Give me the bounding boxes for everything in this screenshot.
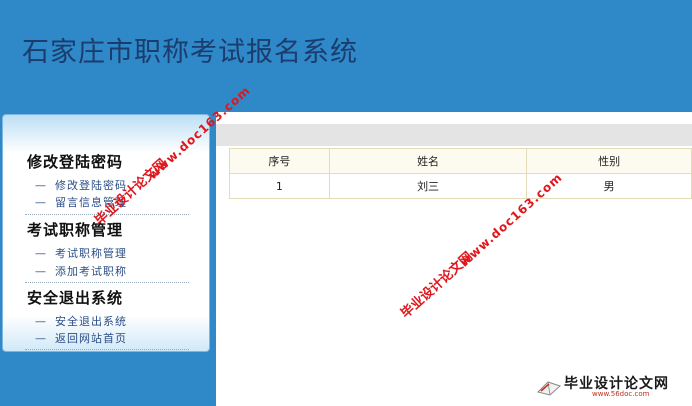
data-table: 序号 姓名 性别 1 刘三 男 [229,148,692,199]
book-logo-icon [537,381,561,396]
menu-item-message-manage[interactable]: — 留言信息管理 [35,194,127,210]
content-title-bar [216,124,692,146]
menu-divider [25,214,189,215]
logo-url: www.56doc.com [592,390,650,398]
menu-title-exam: 考试职称管理 [27,221,124,239]
table-row[interactable]: 1 刘三 男 [229,173,692,199]
menu-item-change-password[interactable]: — 修改登陆密码 [35,177,127,193]
cell-number: 1 [229,173,330,199]
menu-item-home[interactable]: — 返回网站首页 [35,330,127,346]
column-header-gender: 性别 [526,148,692,174]
table-header-row: 序号 姓名 性别 [229,148,692,174]
menu-item-exam-manage[interactable]: — 考试职称管理 [35,245,127,261]
site-logo: 毕业设计论文网 www.56doc.com [536,372,686,398]
sidebar-menu: 修改登陆密码 — 修改登陆密码 — 留言信息管理 考试职称管理 — 考试职称管理 — 添… [2,114,210,352]
cell-name: 刘三 [328,173,528,199]
menu-title-logout: 安全退出系统 [27,289,124,307]
menu-item-logout[interactable]: — 安全退出系统 [35,313,127,329]
column-header-name: 姓名 [328,148,528,174]
menu-divider [25,282,189,283]
menu-item-add-exam[interactable]: — 添加考试职称 [35,263,127,279]
main-content: 序号 姓名 性别 1 刘三 男 [216,112,692,406]
site-title: 石家庄市职称考试报名系统 [22,37,358,68]
cell-gender: 男 [526,173,692,199]
menu-divider [25,349,189,350]
menu-title-password: 修改登陆密码 [27,153,124,171]
column-header-number: 序号 [229,148,330,174]
header: 石家庄市职称考试报名系统 [0,0,692,110]
